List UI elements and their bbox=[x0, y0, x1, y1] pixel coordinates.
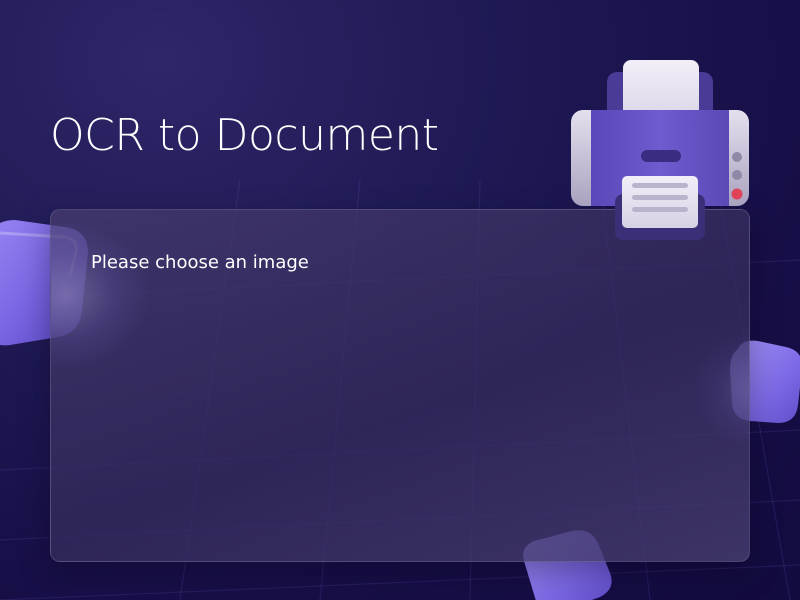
panel-glow bbox=[691, 330, 749, 450]
panel-glow bbox=[51, 220, 151, 370]
status-message: Please choose an image bbox=[91, 252, 309, 273]
image-drop-panel[interactable]: Please choose an image bbox=[50, 209, 750, 562]
printer-icon bbox=[571, 60, 749, 240]
page-title: OCR to Document bbox=[50, 110, 439, 161]
